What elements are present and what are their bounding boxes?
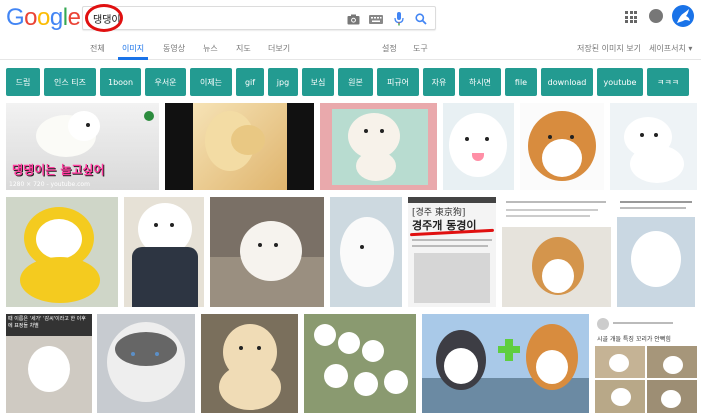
tab-images[interactable]: 이미지 (122, 43, 144, 54)
tab-tools[interactable]: 도구 (413, 43, 428, 54)
logo-letter: o (37, 4, 50, 31)
chip[interactable]: 자유 (423, 68, 455, 96)
camera-icon[interactable] (345, 11, 361, 27)
tab-news[interactable]: 뉴스 (203, 43, 218, 54)
image-result[interactable] (124, 197, 204, 307)
chip[interactable]: 이제는 (190, 68, 232, 96)
chip[interactable]: gif (236, 68, 264, 96)
avatar[interactable] (672, 5, 694, 27)
image-result[interactable] (320, 103, 437, 190)
image-result[interactable] (443, 103, 514, 190)
tab-maps[interactable]: 지도 (236, 43, 251, 54)
image-caption: 때 이름은 '세가' '감씨'이라고 한 이후에 표정들 차별 (8, 316, 86, 329)
apps-grid-icon[interactable] (625, 11, 637, 23)
image-result[interactable] (520, 103, 604, 190)
safesearch-dropdown[interactable]: 세이프서치 ▾ (649, 43, 692, 54)
chip[interactable]: ㅋㅋㅋ (647, 68, 689, 96)
image-result[interactable]: 때 이름은 '세가' '감씨'이라고 한 이후에 표정들 차별 (6, 314, 92, 413)
image-result[interactable]: [경주 東京狗] 경주개 동경이 (408, 197, 496, 307)
saved-images-link[interactable]: 저장된 이미지 보기 (577, 43, 641, 54)
image-result[interactable]: 댕댕이는 놀고싶어 1280 × 720 - youtube.com (6, 103, 159, 190)
chip[interactable]: 하시면 (459, 68, 501, 96)
tab-more[interactable]: 더보기 (268, 43, 290, 54)
keyboard-icon[interactable] (368, 11, 384, 27)
image-result[interactable]: 시골 개들 특징 꼬리가 안뻑힘 (595, 314, 697, 413)
image-result[interactable] (210, 197, 324, 307)
chip[interactable]: 피규어 (377, 68, 419, 96)
google-logo[interactable]: Google (6, 4, 81, 31)
chip[interactable]: youtube (597, 68, 643, 96)
chip[interactable]: 원본 (338, 68, 373, 96)
logo-letter: g (49, 4, 63, 31)
image-result[interactable] (97, 314, 195, 413)
image-result[interactable] (617, 197, 695, 307)
image-result[interactable] (502, 197, 611, 307)
image-result[interactable] (422, 314, 589, 413)
search-box[interactable] (82, 4, 436, 32)
search-icon[interactable] (413, 11, 429, 27)
logo-letter: o (24, 4, 38, 31)
tab-videos[interactable]: 동영상 (163, 43, 185, 54)
chip[interactable]: 인스 티즈 (44, 68, 96, 96)
image-result[interactable] (6, 197, 118, 307)
tab-all[interactable]: 전체 (90, 43, 105, 54)
tab-settings[interactable]: 설정 (382, 43, 397, 54)
chip[interactable]: file (505, 68, 537, 96)
image-result[interactable] (201, 314, 298, 413)
logo-letter: e (67, 4, 81, 31)
chip[interactable]: jpg (268, 68, 298, 96)
logo-letter: G (6, 4, 25, 31)
search-input[interactable] (89, 7, 339, 29)
microphone-icon[interactable] (391, 11, 407, 27)
image-result[interactable] (304, 314, 416, 413)
active-tab-indicator (118, 57, 148, 60)
image-result[interactable] (165, 103, 314, 190)
chip[interactable]: 우서운 (145, 68, 186, 96)
notifications-icon[interactable] (649, 9, 663, 23)
image-result[interactable] (610, 103, 697, 190)
chip[interactable]: 1boon (100, 68, 141, 96)
chip[interactable]: download (541, 68, 593, 96)
chip[interactable]: 보심 (302, 68, 334, 96)
image-caption: 시골 개들 특징 꼬리가 안뻑힘 (597, 336, 671, 343)
image-result[interactable] (330, 197, 402, 307)
search-tabs: 전체 이미지 동영상 뉴스 지도 더보기 설정 도구 저장된 이미지 보기 세이… (0, 36, 701, 60)
image-meta: 1280 × 720 - youtube.com (9, 181, 90, 188)
related-search-chips: 드립 인스 티즈 1boon 우서운 이제는 gif jpg 보심 원본 피규어… (0, 68, 701, 96)
image-caption: 댕댕이는 놀고싶어 (12, 163, 105, 177)
chip[interactable]: 드립 (6, 68, 40, 96)
